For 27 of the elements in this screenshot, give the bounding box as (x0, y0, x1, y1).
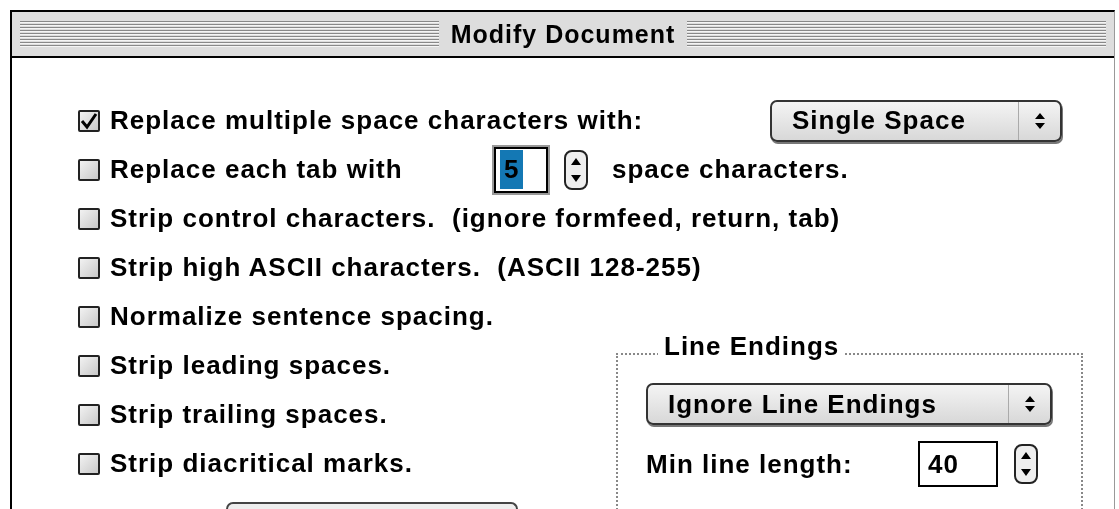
checkbox[interactable] (78, 305, 100, 328)
stepper-control[interactable] (564, 149, 588, 190)
checkbox[interactable] (78, 207, 100, 230)
popup-menu[interactable]: Single Space (770, 99, 1062, 142)
stepper-control[interactable] (1014, 444, 1038, 484)
option-label: Strip high ASCII characters. (ASCII 128-255) (110, 251, 702, 284)
option-label: Strip leading spaces. (110, 349, 392, 382)
checkbox[interactable] (78, 109, 100, 132)
option-label: Strip trailing spaces. (110, 398, 388, 431)
checkbox[interactable] (78, 158, 100, 181)
option-label: Replace each tab with (110, 153, 404, 186)
checkbox[interactable] (78, 452, 100, 475)
min-line-length-field[interactable]: 40 (918, 441, 998, 487)
checkbox[interactable] (78, 256, 100, 279)
window-title: Modify Document (449, 21, 677, 47)
option-label: Replace multiple space characters with: (110, 104, 645, 137)
option-label: Normalize sentence spacing. (110, 300, 494, 333)
option-label: Strip control characters. (ignore formfeed, return, tab) (110, 202, 841, 235)
up-down-arrows-icon (1033, 111, 1046, 130)
option-label: space characters. (612, 153, 849, 186)
checkbox[interactable] (78, 354, 100, 377)
line-endings-popup[interactable]: Ignore Line Endings (646, 383, 1052, 425)
min-line-length-label: Min line length: (646, 447, 854, 481)
up-down-arrows-icon (1023, 395, 1036, 413)
checkbox[interactable] (78, 403, 100, 426)
tab-width-field[interactable]: 5 (494, 146, 548, 193)
option-label: Strip diacritical marks. (110, 447, 413, 480)
